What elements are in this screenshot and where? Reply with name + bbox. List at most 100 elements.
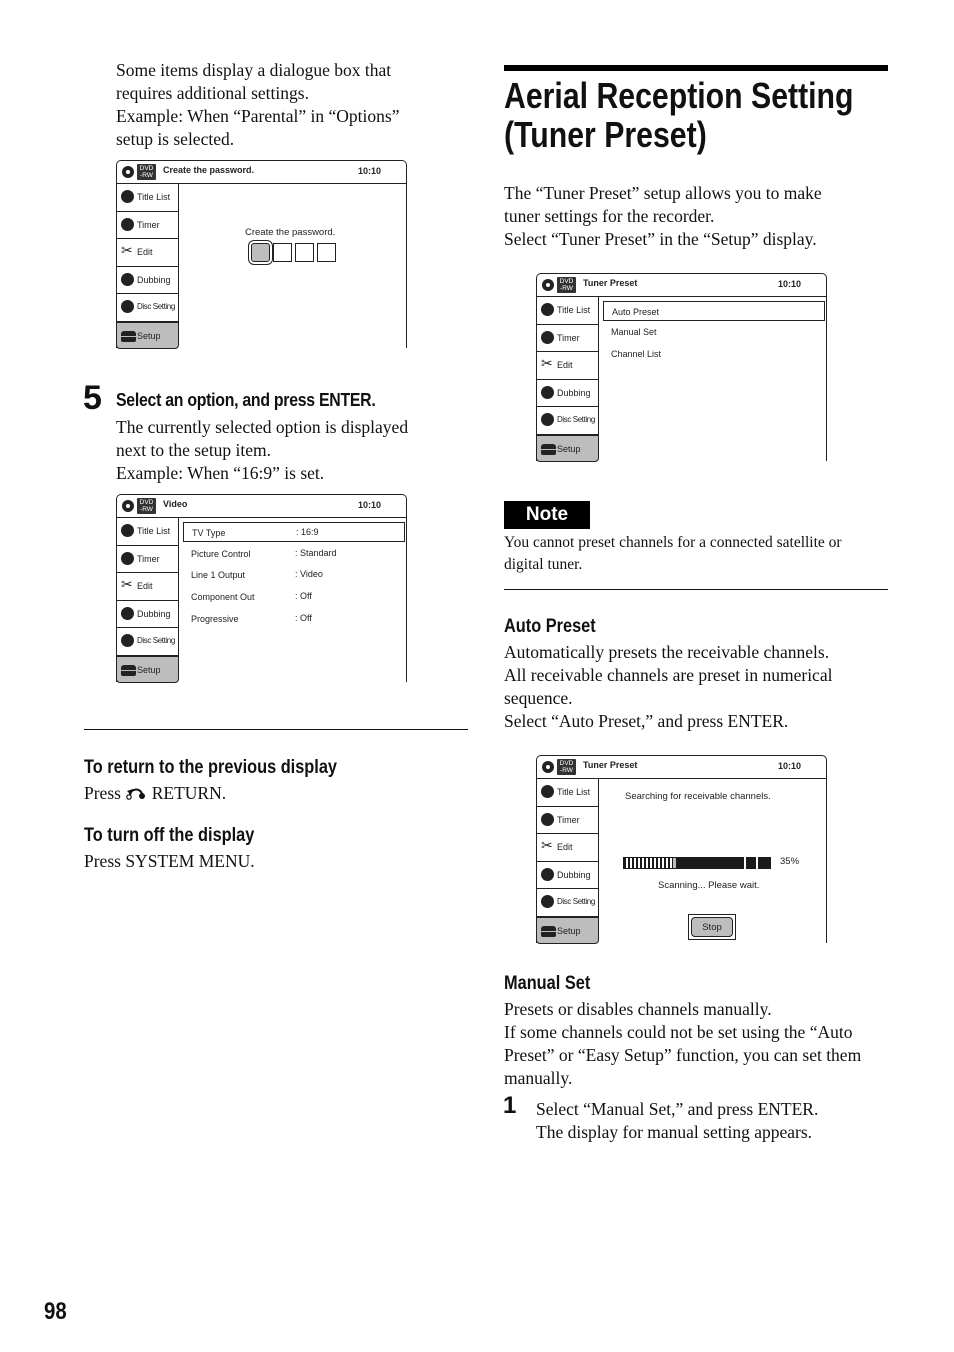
sidebar-item-disc-setting[interactable]: Disc Setting — [536, 889, 599, 917]
step-line: next to the setup item. — [116, 440, 272, 460]
auto-preset-heading: Auto Preset — [504, 616, 596, 637]
disc-setting-icon — [121, 634, 134, 647]
return-heading: To return to the previous display — [84, 757, 338, 778]
step-line: Example: When “16:9” is set. — [116, 463, 325, 483]
auto-preset-text: Automatically presets the receivable cha… — [504, 641, 832, 733]
sidebar-item-timer[interactable]: Timer — [116, 545, 179, 573]
osd-title: Create the password. — [163, 165, 255, 175]
return-icon — [125, 783, 147, 800]
osd-clock: 10:10 — [358, 500, 382, 510]
sidebar-item-dubbing[interactable]: Dubbing — [536, 861, 599, 889]
sidebar-item-disc-setting[interactable]: Disc Setting — [116, 294, 179, 322]
step-title: Select an option, and press ENTER. — [116, 390, 376, 410]
osd-header: DVD -RW Video 10:10 — [116, 494, 407, 518]
sidebar-item-dubbing[interactable]: Dubbing — [116, 600, 179, 628]
sidebar-item-edit[interactable]: ✂ Edit — [116, 239, 179, 267]
sidebar-item-title-list[interactable]: Title List — [116, 518, 179, 546]
page-title-line: (Tuner Preset) — [504, 114, 707, 155]
sidebar-item-dubbing[interactable]: Dubbing — [116, 266, 179, 294]
disc-setting-icon — [541, 895, 554, 908]
password-digit-box[interactable] — [251, 243, 270, 262]
text-line: sequence. — [504, 688, 573, 708]
scan-message: Searching for receivable channels. — [625, 791, 771, 802]
menu-item-channel-list[interactable]: Channel List — [603, 344, 825, 364]
step-line: The currently selected option is display… — [116, 417, 409, 437]
page-title: Aerial Reception Setting (Tuner Preset) — [504, 76, 854, 154]
sidebar-item-setup[interactable]: Setup — [116, 655, 179, 683]
disc-setting-icon — [121, 300, 134, 313]
osd-header: DVD -RW Tuner Preset 10:10 — [536, 755, 827, 779]
setting-row-picture-control[interactable]: Picture Control: Standard — [183, 544, 405, 564]
osd-main: Auto Preset Manual Set Channel List — [599, 297, 827, 461]
intro-line: requires additional settings. — [116, 83, 309, 103]
osd-password-screen: DVD -RW Create the password. 10:10 Title … — [116, 160, 408, 349]
scan-status: Scanning... Please wait. — [658, 880, 760, 891]
title-list-icon — [121, 190, 134, 203]
password-digit-box[interactable] — [273, 243, 292, 262]
password-digit-box[interactable] — [295, 243, 314, 262]
sidebar-item-edit[interactable]: ✂ Edit — [116, 573, 179, 601]
intro-line: Example: When “Parental” in “Options” — [116, 106, 400, 126]
progress-segment-divider — [756, 857, 758, 869]
osd-main: TV Type: 16:9 Picture Control: Standard … — [179, 518, 407, 682]
section-intro: The “Tuner Preset” setup allows you to m… — [504, 182, 822, 251]
dvd-rw-badge: DVD -RW — [137, 164, 156, 180]
osd-title: Tuner Preset — [583, 760, 638, 770]
sidebar-item-disc-setting[interactable]: Disc Setting — [536, 407, 599, 435]
intro-text: Some items display a dialogue box that r… — [116, 59, 399, 151]
display-off-heading: To turn off the display — [84, 825, 255, 846]
timer-icon — [121, 217, 134, 231]
text-line: Preset” or “Easy Setup” function, you ca… — [504, 1045, 862, 1065]
disc-icon — [542, 279, 554, 291]
progress-tick — [654, 858, 656, 868]
menu-item-manual-set[interactable]: Manual Set — [603, 322, 825, 342]
sidebar-item-edit[interactable]: ✂ Edit — [536, 834, 599, 862]
title-list-icon — [121, 524, 134, 537]
intro-line: Select “Tuner Preset” in the “Setup” dis… — [504, 229, 817, 249]
osd-header: DVD -RW Tuner Preset 10:10 — [536, 273, 827, 297]
dvd-rw-badge: DVD -RW — [557, 759, 576, 775]
setting-row-progressive[interactable]: Progressive: Off — [183, 609, 405, 629]
sidebar-item-timer[interactable]: Timer — [536, 324, 599, 352]
setting-row-tv-type[interactable]: TV Type: 16:9 — [183, 522, 405, 542]
return-text: Press RETURN. — [84, 783, 227, 803]
text-line: All receivable channels are preset in nu… — [504, 665, 833, 685]
sidebar-item-dubbing[interactable]: Dubbing — [536, 379, 599, 407]
text-line: manually. — [504, 1068, 573, 1088]
osd-sidebar: Title List Timer ✂ Edit Dubbing Disc Sett… — [116, 184, 179, 349]
text-line: Select “Auto Preset,” and press ENTER. — [504, 711, 789, 731]
step-number: 5 — [83, 379, 102, 417]
password-digit-box[interactable] — [317, 243, 336, 262]
sidebar-item-title-list[interactable]: Title List — [116, 184, 179, 212]
sidebar-item-setup[interactable]: Setup — [536, 434, 599, 462]
menu-item-auto-preset[interactable]: Auto Preset — [603, 301, 825, 321]
intro-line: The “Tuner Preset” setup allows you to m… — [504, 183, 822, 203]
sidebar-item-disc-setting[interactable]: Disc Setting — [116, 628, 179, 656]
sidebar-item-title-list[interactable]: Title List — [536, 297, 599, 325]
sidebar-item-timer[interactable]: Timer — [116, 211, 179, 239]
stop-button[interactable]: Stop — [688, 914, 736, 940]
sidebar-item-edit[interactable]: ✂ Edit — [536, 352, 599, 380]
dubbing-icon — [541, 867, 554, 881]
timer-icon — [541, 330, 554, 344]
sidebar-item-setup[interactable]: Setup — [116, 321, 179, 349]
osd-main: Searching for receivable channels. 35% S… — [599, 779, 827, 943]
osd-title: Tuner Preset — [583, 278, 638, 288]
progress-tick — [626, 858, 628, 868]
progress-tick — [646, 858, 648, 868]
edit-scissors-icon: ✂ — [541, 837, 553, 853]
manual-set-heading: Manual Set — [504, 973, 591, 994]
sidebar-item-setup[interactable]: Setup — [536, 916, 599, 944]
setting-row-line1-output[interactable]: Line 1 Output: Video — [183, 565, 405, 585]
sidebar-item-title-list[interactable]: Title List — [536, 779, 599, 807]
setting-row-component-out[interactable]: Component Out: Off — [183, 587, 405, 607]
osd-header: DVD -RW Create the password. 10:10 — [116, 160, 407, 184]
osd-clock: 10:10 — [778, 279, 802, 289]
progress-tick — [630, 858, 632, 868]
setup-toolbox-icon — [541, 443, 556, 455]
progress-segment-divider — [744, 857, 746, 869]
dubbing-icon — [541, 385, 554, 399]
disc-setting-icon — [541, 413, 554, 426]
sidebar-item-timer[interactable]: Timer — [536, 806, 599, 834]
osd-sidebar: Title List Timer ✂ Edit Dubbing Disc Sett… — [536, 779, 599, 944]
